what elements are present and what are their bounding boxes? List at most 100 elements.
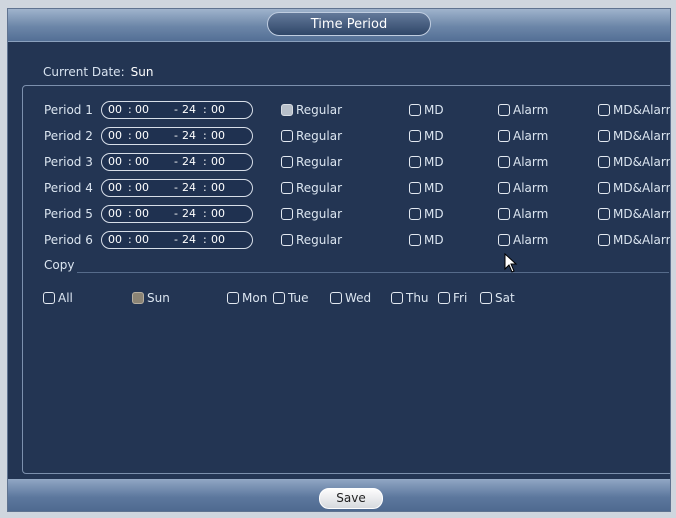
- start-minute[interactable]: 00: [135, 154, 149, 170]
- alarm-label: Alarm: [513, 103, 549, 117]
- period-time-range[interactable]: 00 : 00 - 24 : 00: [101, 127, 253, 145]
- end-hour[interactable]: 24: [182, 206, 196, 222]
- period-panel: Period 1 00 : 00 - 24 : 00 Regular MD Al…: [22, 85, 670, 474]
- copy-day-sat-checkbox[interactable]: Sat: [480, 290, 515, 306]
- start-minute[interactable]: 00: [135, 232, 149, 248]
- period-time-range[interactable]: 00 : 00 - 24 : 00: [101, 179, 253, 197]
- checkbox-icon: [409, 234, 421, 246]
- copy-day-mon-checkbox[interactable]: Mon: [227, 290, 267, 306]
- alarm-label: Alarm: [513, 207, 549, 221]
- copy-day-fri-checkbox[interactable]: Fri: [438, 290, 467, 306]
- alarm-checkbox[interactable]: Alarm: [498, 180, 548, 196]
- alarm-label: Alarm: [513, 181, 549, 195]
- regular-checkbox[interactable]: Regular: [281, 232, 342, 248]
- regular-checkbox[interactable]: Regular: [281, 128, 342, 144]
- checkbox-icon: [498, 234, 510, 246]
- alarm-checkbox[interactable]: Alarm: [498, 102, 548, 118]
- start-hour[interactable]: 00: [108, 232, 122, 248]
- checkbox-icon: [132, 292, 144, 304]
- checkbox-icon: [409, 130, 421, 142]
- period-row: Period 1 00 : 00 - 24 : 00 Regular MD Al…: [23, 100, 670, 122]
- time-separator: :: [203, 207, 207, 220]
- md-checkbox[interactable]: MD: [409, 206, 444, 222]
- start-hour[interactable]: 00: [108, 154, 122, 170]
- start-minute[interactable]: 00: [135, 206, 149, 222]
- copy-day-wed-checkbox[interactable]: Wed: [330, 290, 371, 306]
- md-alarm-checkbox[interactable]: MD&Alarm: [598, 154, 670, 170]
- start-hour[interactable]: 00: [108, 180, 122, 196]
- start-hour[interactable]: 00: [108, 206, 122, 222]
- checkbox-icon: [498, 104, 510, 116]
- alarm-checkbox[interactable]: Alarm: [498, 206, 548, 222]
- regular-checkbox[interactable]: Regular: [281, 102, 342, 118]
- md-checkbox[interactable]: MD: [409, 128, 444, 144]
- end-hour[interactable]: 24: [182, 232, 196, 248]
- md-alarm-checkbox[interactable]: MD&Alarm: [598, 128, 670, 144]
- end-hour[interactable]: 24: [182, 128, 196, 144]
- time-separator: :: [203, 181, 207, 194]
- period-row: Period 5 00 : 00 - 24 : 00 Regular MD Al…: [23, 204, 670, 226]
- start-minute[interactable]: 00: [135, 102, 149, 118]
- regular-label: Regular: [296, 207, 343, 221]
- save-button[interactable]: Save: [319, 488, 383, 509]
- copy-all-checkbox[interactable]: All: [43, 290, 73, 306]
- start-hour[interactable]: 00: [108, 102, 122, 118]
- copy-divider: [77, 272, 669, 273]
- time-separator: :: [128, 103, 132, 116]
- alarm-checkbox[interactable]: Alarm: [498, 232, 548, 248]
- end-minute[interactable]: 00: [211, 102, 225, 118]
- period-label: Period 3: [44, 155, 93, 169]
- checkbox-icon: [409, 104, 421, 116]
- md-alarm-checkbox[interactable]: MD&Alarm: [598, 102, 670, 118]
- end-hour[interactable]: 24: [182, 102, 196, 118]
- md-checkbox[interactable]: MD: [409, 102, 444, 118]
- md-checkbox[interactable]: MD: [409, 180, 444, 196]
- regular-checkbox[interactable]: Regular: [281, 154, 342, 170]
- copy-day-label: Sat: [495, 291, 515, 305]
- copy-day-label: Wed: [345, 291, 372, 305]
- regular-checkbox[interactable]: Regular: [281, 206, 342, 222]
- period-time-range[interactable]: 00 : 00 - 24 : 00: [101, 205, 253, 223]
- checkbox-icon: [598, 208, 610, 220]
- end-minute[interactable]: 00: [211, 154, 225, 170]
- alarm-checkbox[interactable]: Alarm: [498, 128, 548, 144]
- end-hour[interactable]: 24: [182, 154, 196, 170]
- end-minute[interactable]: 00: [211, 232, 225, 248]
- copy-day-tue-checkbox[interactable]: Tue: [273, 290, 309, 306]
- copy-label: Copy: [44, 258, 75, 272]
- md-checkbox[interactable]: MD: [409, 232, 444, 248]
- period-time-range[interactable]: 00 : 00 - 24 : 00: [101, 101, 253, 119]
- copy-all-label: All: [58, 291, 73, 305]
- regular-label: Regular: [296, 103, 343, 117]
- checkbox-icon: [273, 292, 285, 304]
- md-label: MD: [424, 155, 444, 169]
- regular-label: Regular: [296, 233, 343, 247]
- alarm-label: Alarm: [513, 233, 549, 247]
- time-separator: :: [203, 129, 207, 142]
- time-separator: :: [203, 233, 207, 246]
- copy-day-sun-checkbox[interactable]: Sun: [132, 290, 170, 306]
- time-separator: :: [128, 181, 132, 194]
- start-hour[interactable]: 00: [108, 128, 122, 144]
- end-minute[interactable]: 00: [211, 206, 225, 222]
- period-time-range[interactable]: 00 : 00 - 24 : 00: [101, 231, 253, 249]
- md-alarm-checkbox[interactable]: MD&Alarm: [598, 206, 670, 222]
- md-checkbox[interactable]: MD: [409, 154, 444, 170]
- period-time-range[interactable]: 00 : 00 - 24 : 00: [101, 153, 253, 171]
- checkbox-icon: [281, 104, 293, 116]
- alarm-checkbox[interactable]: Alarm: [498, 154, 548, 170]
- start-minute[interactable]: 00: [135, 128, 149, 144]
- copy-day-label: Fri: [453, 291, 468, 305]
- copy-day-thu-checkbox[interactable]: Thu: [391, 290, 429, 306]
- current-date-value: Sun: [130, 65, 154, 79]
- regular-label: Regular: [296, 129, 343, 143]
- end-minute[interactable]: 00: [211, 128, 225, 144]
- regular-checkbox[interactable]: Regular: [281, 180, 342, 196]
- current-date-label: Current Date:: [43, 65, 125, 79]
- end-minute[interactable]: 00: [211, 180, 225, 196]
- md-alarm-checkbox[interactable]: MD&Alarm: [598, 232, 670, 248]
- start-minute[interactable]: 00: [135, 180, 149, 196]
- checkbox-icon: [43, 292, 55, 304]
- end-hour[interactable]: 24: [182, 180, 196, 196]
- md-alarm-checkbox[interactable]: MD&Alarm: [598, 180, 670, 196]
